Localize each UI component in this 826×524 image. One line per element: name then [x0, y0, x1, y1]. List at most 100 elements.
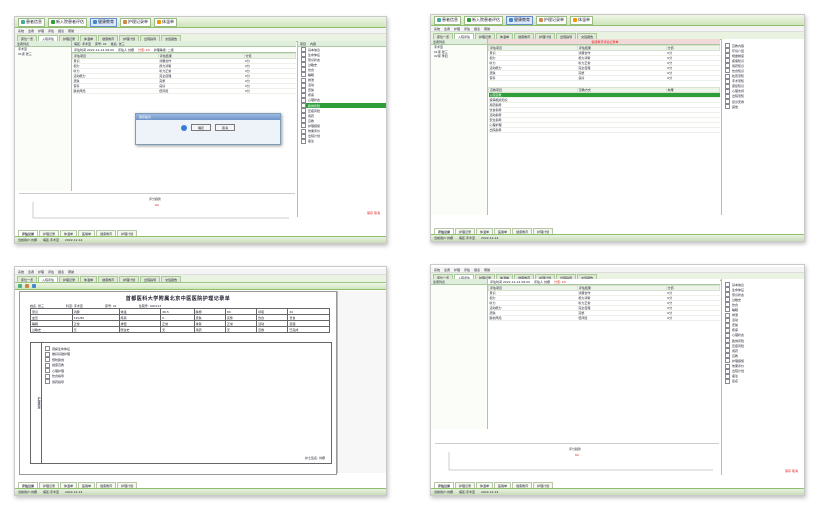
- menu-item-3[interactable]: 评估: [464, 268, 470, 272]
- item-label: 疾病知识: [732, 58, 745, 63]
- list-row[interactable]: 出院指导: [488, 127, 720, 133]
- menu-item-3[interactable]: 评估: [464, 27, 470, 31]
- status-text-1: 病区:手术室: [459, 490, 476, 494]
- patient-tree-label: 患者列表: [433, 39, 446, 44]
- item-label: 疼痛: [308, 93, 315, 98]
- menu-item-3[interactable]: 评估: [48, 29, 54, 33]
- menu-item-5[interactable]: 帮助: [68, 29, 74, 33]
- table-row[interactable]: 营养 良好 0分: [488, 75, 720, 81]
- menu-item-5[interactable]: 帮助: [484, 27, 490, 31]
- module-tab-7[interactable]: 交班报告: [161, 276, 182, 282]
- measure-checkbox[interactable]: [45, 351, 50, 357]
- grid-cell: 用药: [193, 326, 226, 333]
- table-cell: 0分: [666, 315, 720, 321]
- module-tab-5[interactable]: 护理计划: [119, 276, 140, 282]
- item-label: 护理措施: [308, 123, 321, 128]
- grid-cell: 已完成: [287, 326, 330, 333]
- menu-item-2[interactable]: 护理: [38, 270, 44, 274]
- menu-item-4[interactable]: 报表: [58, 29, 64, 33]
- measure-checkbox[interactable]: [45, 373, 50, 379]
- module-tab-3[interactable]: 体温单: [80, 276, 98, 282]
- module-tab-0[interactable]: 床位一览: [17, 276, 38, 282]
- document-sidebar: [337, 291, 386, 473]
- table-row[interactable]: 跌倒风险 低风险 0分: [488, 315, 720, 321]
- toolbar-icon-1: [51, 20, 55, 24]
- module-tab-4[interactable]: 健康教育: [98, 276, 119, 282]
- grid-cell: 无: [160, 326, 195, 333]
- main-toolbar: 患者信息 新入院患者评估 健康教育 护理记录单 体温单: [15, 17, 386, 28]
- menu-item-0[interactable]: 系统: [434, 27, 440, 31]
- item-checkbox[interactable]: [301, 138, 306, 144]
- toolbar-label-1: 新入院患者评估: [56, 19, 84, 24]
- menu-item-0[interactable]: 系统: [434, 268, 440, 272]
- dialog-ok-button[interactable]: 确定: [191, 124, 211, 131]
- menu-item-5[interactable]: 帮助: [484, 268, 490, 272]
- measure-checkbox[interactable]: [45, 362, 50, 368]
- menu-item-5[interactable]: 帮助: [68, 270, 74, 274]
- list-item[interactable]: 备注: [301, 138, 386, 144]
- menu-item-2[interactable]: 护理: [38, 29, 44, 33]
- toolbar-button-4[interactable]: 体温单: [570, 15, 593, 25]
- grid-cell: 过敏史: [30, 326, 73, 333]
- module-tab-2[interactable]: 护理记录: [59, 276, 80, 282]
- menu-item-0[interactable]: 系统: [18, 270, 24, 274]
- export-icon[interactable]: [25, 284, 29, 288]
- menu-item-1[interactable]: 患者: [444, 27, 450, 31]
- measure-checkbox[interactable]: [45, 346, 50, 351]
- chart-red-label: 60: [155, 203, 159, 207]
- list-item[interactable]: 其他: [725, 104, 804, 110]
- item-label: 跌倒风险: [732, 338, 745, 343]
- list-item[interactable]: 签名: [725, 378, 804, 384]
- tree-patient[interactable]: 01床 张三: [18, 52, 71, 57]
- dialog-cancel-button[interactable]: 取消: [215, 124, 235, 131]
- tree-patient-2[interactable]: 02床 李四: [434, 54, 487, 59]
- item-label: 备注: [732, 374, 739, 379]
- menu-item-1[interactable]: 患者: [444, 268, 450, 272]
- list-cell: 出院指导: [488, 127, 720, 133]
- measure-checkbox[interactable]: [45, 379, 50, 384]
- save-cancel-links[interactable]: 保存 取消: [785, 469, 798, 473]
- menu-item-1[interactable]: 患者: [28, 270, 34, 274]
- item-label: 活动: [732, 318, 739, 323]
- measure-label: 健康宣教: [52, 363, 65, 367]
- toolbar-button-0[interactable]: 患者信息: [18, 17, 45, 27]
- preview-icon[interactable]: [32, 284, 36, 288]
- module-tab-1[interactable]: 入院评估: [38, 276, 59, 282]
- menu-item-2[interactable]: 护理: [454, 268, 460, 272]
- item-checkbox[interactable]: [725, 378, 730, 384]
- items-list: 基本信息 生命体征 意识状态 过敏史 饮食 睡眠 排泄 活动 皮肤 疼痛 心理状态 跌倒风险 压疮风险用…: [722, 279, 804, 384]
- item-label: 过敏史: [732, 297, 742, 302]
- menu-item-4[interactable]: 报表: [474, 268, 480, 272]
- item-checkbox[interactable]: [725, 104, 730, 110]
- toolbar-button-2[interactable]: 健康教育: [90, 17, 117, 27]
- item-label: 心理状态: [308, 98, 321, 103]
- module-tab-6[interactable]: 出院指导: [140, 276, 161, 282]
- assessment-items-pane: 基本信息 生命体征 意识状态 过敏史 饮食 睡眠 排泄 活动 皮肤 疼痛 心理状态 跌倒风险 压疮风险用…: [721, 279, 804, 475]
- toolbar-button-0[interactable]: 患者信息: [434, 15, 461, 25]
- item-label: 皮肤: [732, 323, 739, 328]
- table-row[interactable]: 跌倒风险 低风险 0分: [72, 88, 296, 94]
- measure-checkbox[interactable]: [45, 368, 50, 373]
- menu-item-4[interactable]: 报表: [474, 27, 480, 31]
- menu-item-4[interactable]: 报表: [58, 270, 64, 274]
- menu-item-2[interactable]: 护理: [454, 27, 460, 31]
- measure-label: 预防跌倒: [52, 357, 65, 362]
- table-cell: 0分: [244, 88, 296, 94]
- measure-label: 用药指导: [52, 379, 65, 384]
- toolbar-button-4[interactable]: 体温单: [154, 17, 177, 27]
- menu-item-3[interactable]: 评估: [48, 270, 54, 274]
- toolbar-button-3[interactable]: 护理记录单: [120, 17, 151, 27]
- toolbar-button-1[interactable]: 新入院患者评估: [464, 15, 503, 25]
- record-nurse: 评估人 刘娜: [118, 47, 134, 52]
- toolbar-button-3[interactable]: 护理记录单: [536, 15, 567, 25]
- print-icon[interactable]: [18, 284, 22, 288]
- menu-item-0[interactable]: 系统: [18, 29, 24, 33]
- record-bed: 床号: 01: [94, 41, 107, 46]
- toolbar-button-1[interactable]: 新入院患者评估: [48, 17, 87, 27]
- screenshot-panel-4: 系统 患者 护理 评估 报表 帮助 床位一览 入院评估 护理记录 体温单 健康教育 护理计划 出院指导…: [430, 264, 805, 496]
- save-cancel-links[interactable]: 保存 取消: [367, 211, 380, 215]
- toolbar-button-2[interactable]: 健康教育: [506, 15, 533, 25]
- menu-item-1[interactable]: 患者: [28, 29, 34, 33]
- measure-checkbox[interactable]: [45, 357, 50, 362]
- item-label: 其他: [732, 104, 739, 109]
